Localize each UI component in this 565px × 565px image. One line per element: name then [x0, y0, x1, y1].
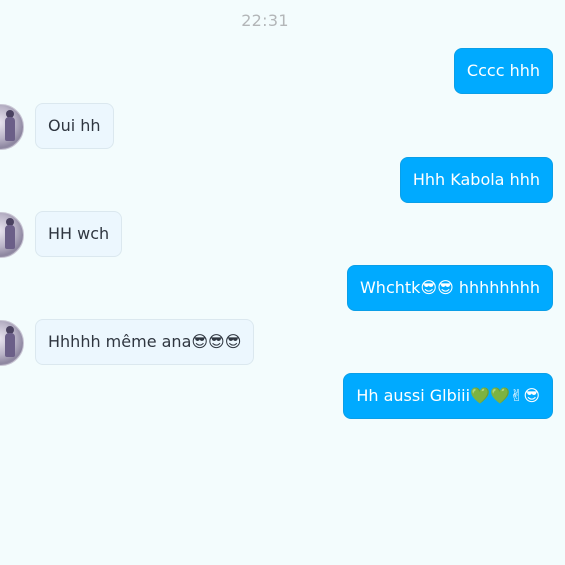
contact-avatar[interactable] [0, 320, 24, 366]
avatar-figure-body [5, 117, 15, 141]
message-row-outgoing: Whchtk😎😎 hhhhhhhh [0, 265, 565, 311]
message-row-outgoing: Hh aussi Glbiii💚💚✌😎 [0, 373, 565, 419]
message-row-incoming: HH wch [0, 211, 565, 258]
message-row-incoming: Oui hh [0, 103, 565, 150]
outgoing-message-bubble[interactable]: Cccc hhh [453, 48, 553, 94]
message-row-incoming: Hhhhh même ana😎😎😎 [0, 319, 565, 366]
message-row-outgoing: Hhh Kabola hhh [0, 157, 565, 203]
contact-avatar[interactable] [0, 212, 24, 258]
outgoing-message-bubble[interactable]: Whchtk😎😎 hhhhhhhh [346, 265, 553, 311]
outgoing-message-bubble[interactable]: Hh aussi Glbiii💚💚✌😎 [343, 373, 553, 419]
message-row-outgoing: Cccc hhh [0, 48, 565, 94]
avatar-figure-body [5, 225, 15, 249]
outgoing-message-bubble[interactable]: Hhh Kabola hhh [399, 157, 553, 203]
chat-timestamp: 22:31 [241, 11, 289, 30]
incoming-message-bubble[interactable]: Oui hh [35, 103, 114, 149]
incoming-message-bubble[interactable]: HH wch [35, 211, 123, 257]
contact-avatar[interactable] [0, 104, 24, 150]
avatar-figure-body [5, 333, 15, 357]
incoming-message-bubble[interactable]: Hhhhh même ana😎😎😎 [35, 319, 255, 365]
